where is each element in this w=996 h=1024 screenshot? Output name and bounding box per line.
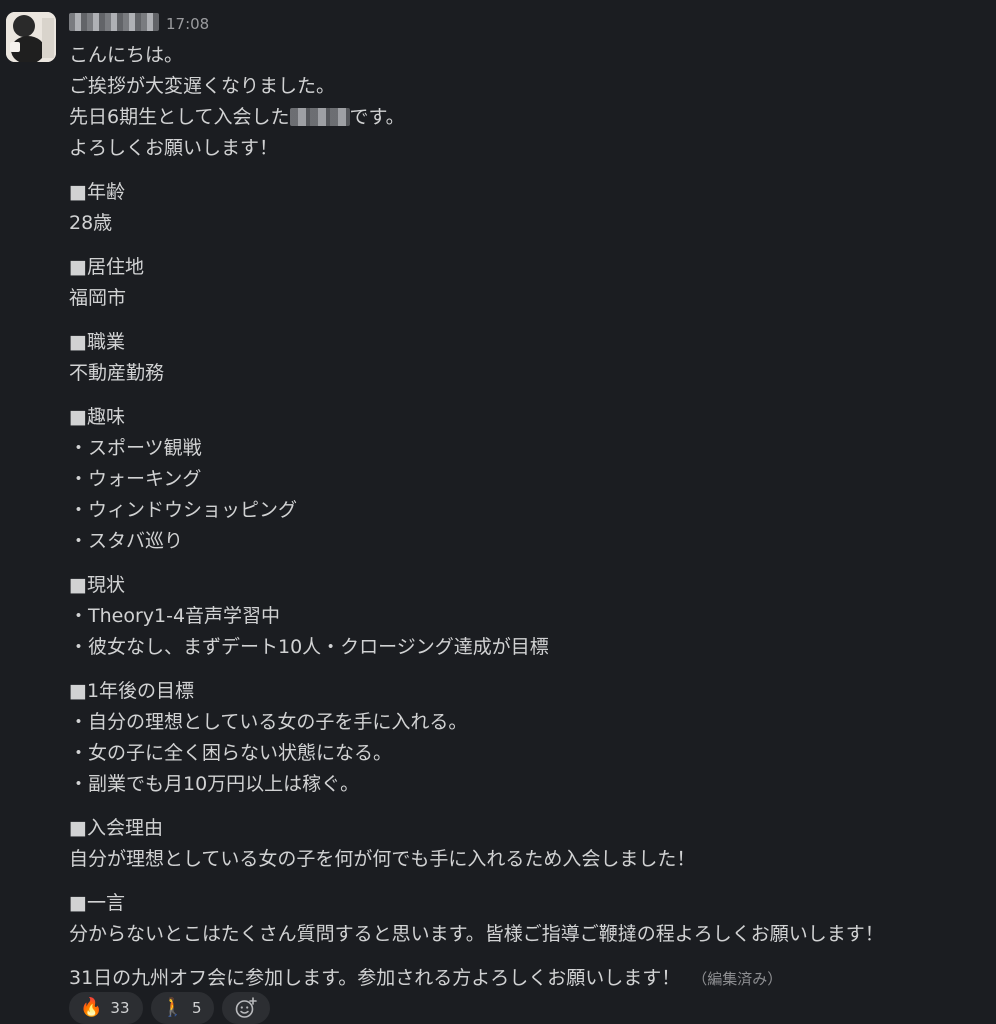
section-title-age: ■年齢 <box>69 181 125 203</box>
greeting-line: こんにちは。 <box>69 44 184 66</box>
intro-prefix: 先日6期生として入会した <box>69 106 290 128</box>
reaction-count: 5 <box>191 999 202 1017</box>
avatar-image <box>6 12 56 62</box>
section-line: 不動産勤務 <box>69 362 165 384</box>
section-title-comment: ■一言 <box>69 892 125 914</box>
redacted-name <box>289 108 350 126</box>
message-body: こんにちは。 ご挨拶が大変遅くなりました。 先日6期生として入会した です。 よろ… <box>69 40 989 994</box>
intro-suffix: です。 <box>349 106 405 128</box>
section-line: ・スポーツ観戦 <box>69 437 202 459</box>
section-line: 分からないとこはたくさん質問すると思います。皆様ご指導ご鞭撻の程よろしくお願いし… <box>69 923 884 945</box>
reaction-fire-button[interactable]: 🔥 33 <box>69 992 143 1024</box>
section-line: ・副業でも月10万円以上は稼ぐ。 <box>69 773 360 795</box>
final-line: 31日の九州オフ会に参加します。参加される方よろしくお願いします！ （編集済み） <box>69 963 989 994</box>
section-line: ・女の子に全く困らない状態になる。 <box>69 742 393 764</box>
section-line: ・スタバ巡り <box>69 530 184 552</box>
intro-closing: よろしくお願いします！ <box>69 137 279 159</box>
user-avatar[interactable] <box>6 12 56 62</box>
final-line-text: 31日の九州オフ会に参加します。参加される方よろしくお願いします！ <box>69 967 681 989</box>
walking-person-icon: 🚶 <box>161 997 184 1018</box>
reaction-count: 33 <box>110 999 130 1017</box>
section-title-residence: ■居住地 <box>69 256 144 278</box>
section-title-goals: ■1年後の目標 <box>69 680 195 702</box>
add-reaction-button[interactable] <box>222 992 271 1024</box>
chat-message: 17:08 こんにちは。 ご挨拶が大変遅くなりました。 先日6期生として入会した… <box>0 0 996 1024</box>
section-title-hobbies: ■趣味 <box>69 406 125 428</box>
edited-label: （編集済み） <box>692 970 783 988</box>
section-title-reason: ■入会理由 <box>69 817 163 839</box>
reaction-walking-button[interactable]: 🚶 5 <box>150 992 215 1024</box>
greeting-line: ご挨拶が大変遅くなりました。 <box>69 75 336 97</box>
section-line: 福岡市 <box>69 287 127 309</box>
section-line: ・彼女なし、まずデート10人・クロージング達成が目標 <box>69 636 549 658</box>
section-line: 28歳 <box>69 212 113 234</box>
add-reaction-icon <box>236 997 258 1018</box>
section-line: ・Theory1-4音声学習中 <box>69 605 281 627</box>
intro-line: 先日6期生として入会した です。 <box>69 102 989 133</box>
section-line: 自分が理想としている女の子を何が何でも手に入れるため入会しました！ <box>69 848 696 870</box>
section-title-status: ■現状 <box>69 574 125 596</box>
section-line: ・ウィンドウショッピング <box>69 499 298 521</box>
section-line: ・自分の理想としている女の子を手に入れる。 <box>69 711 468 733</box>
section-title-occupation: ■職業 <box>69 331 125 353</box>
fire-icon: 🔥 <box>80 997 103 1018</box>
username-redacted[interactable] <box>69 13 159 31</box>
reaction-bar: 🔥 33 🚶 5 <box>69 992 271 1024</box>
message-timestamp[interactable]: 17:08 <box>166 15 209 33</box>
section-line: ・ウォーキング <box>69 468 202 490</box>
